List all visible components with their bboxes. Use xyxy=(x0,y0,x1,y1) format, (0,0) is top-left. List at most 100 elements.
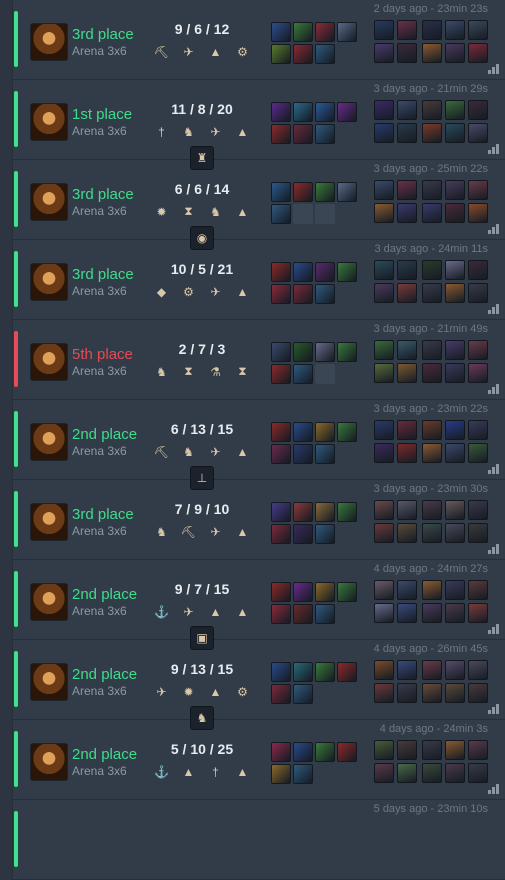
item-icon[interactable] xyxy=(271,102,291,122)
item-icon[interactable] xyxy=(315,582,335,602)
item-icon[interactable] xyxy=(271,582,291,602)
expand-details-icon[interactable] xyxy=(488,464,500,474)
player-champion-icon[interactable] xyxy=(374,180,394,200)
shovel-icon[interactable]: ⛏ xyxy=(179,522,198,541)
item-icon[interactable] xyxy=(315,284,335,304)
item-icon[interactable] xyxy=(315,182,335,202)
player-champion-icon[interactable] xyxy=(374,740,394,760)
player-champion-icon[interactable] xyxy=(468,443,488,463)
item-icon[interactable] xyxy=(315,124,335,144)
player-champion-icon[interactable] xyxy=(468,363,488,383)
item-icon[interactable] xyxy=(271,742,291,762)
item-icon[interactable] xyxy=(315,444,335,464)
item-icon[interactable] xyxy=(293,444,313,464)
player-champion-icon[interactable] xyxy=(397,443,417,463)
player-champion-icon[interactable] xyxy=(445,180,465,200)
item-icon[interactable] xyxy=(271,262,291,282)
item-icon[interactable] xyxy=(293,262,313,282)
expand-details-icon[interactable] xyxy=(488,384,500,394)
player-champion-icon[interactable] xyxy=(422,260,442,280)
player-champion-icon[interactable] xyxy=(422,683,442,703)
player-champion-icon[interactable] xyxy=(468,603,488,623)
sun-icon[interactable]: ✹ xyxy=(152,202,171,221)
player-champion-icon[interactable] xyxy=(374,43,394,63)
item-icon[interactable] xyxy=(315,742,335,762)
item-icon[interactable] xyxy=(315,524,335,544)
player-champion-icon[interactable] xyxy=(374,203,394,223)
player-champion-icon[interactable] xyxy=(468,523,488,543)
item-icon[interactable] xyxy=(337,662,357,682)
player-champion-icon[interactable] xyxy=(397,180,417,200)
match-row[interactable]: 5 days ago - 23min 10s xyxy=(13,800,505,880)
player-champion-icon[interactable] xyxy=(422,500,442,520)
item-icon[interactable] xyxy=(315,262,335,282)
player-champion-icon[interactable] xyxy=(468,100,488,120)
expand-details-icon[interactable] xyxy=(488,544,500,554)
item-icon[interactable] xyxy=(293,342,313,362)
player-champion-icon[interactable] xyxy=(397,603,417,623)
item-icon[interactable] xyxy=(315,604,335,624)
player-champion-icon[interactable] xyxy=(374,443,394,463)
item-icon[interactable] xyxy=(271,502,291,522)
player-champion-icon[interactable] xyxy=(422,420,442,440)
shovel-icon[interactable]: ⛏ xyxy=(152,442,171,461)
player-champion-icon[interactable] xyxy=(422,100,442,120)
boot-icon[interactable]: ♞ xyxy=(179,442,198,461)
stack-icon[interactable]: ▲ xyxy=(233,282,252,301)
expand-details-icon[interactable] xyxy=(488,624,500,634)
player-champion-icon[interactable] xyxy=(468,340,488,360)
stack-icon[interactable]: ▲ xyxy=(233,602,252,621)
player-champion-icon[interactable] xyxy=(374,500,394,520)
item-icon[interactable] xyxy=(315,342,335,362)
player-champion-icon[interactable] xyxy=(397,500,417,520)
item-icon[interactable] xyxy=(293,422,313,442)
player-champion-icon[interactable] xyxy=(468,260,488,280)
match-row[interactable]: 3rd place Arena 3x6 9 / 6 / 12 ⛏ ✈ ▲ ⚙ 2 days a… xyxy=(13,0,505,80)
player-champion-icon[interactable] xyxy=(397,363,417,383)
wing-icon[interactable]: ✈ xyxy=(152,682,171,701)
wing-icon[interactable]: ✈ xyxy=(206,282,225,301)
player-champion-icon[interactable] xyxy=(468,500,488,520)
item-icon[interactable] xyxy=(271,422,291,442)
player-champion-icon[interactable] xyxy=(468,763,488,783)
match-row[interactable]: 3rd place Arena 3x6 10 / 5 / 21 ◆ ⚙ ✈ ▲ 3 days … xyxy=(13,240,505,320)
shovel-icon[interactable]: ⛏ xyxy=(152,42,171,61)
player-champion-icon[interactable] xyxy=(397,260,417,280)
stack-icon[interactable]: ▲ xyxy=(206,42,225,61)
player-champion-icon[interactable] xyxy=(422,580,442,600)
item-icon[interactable] xyxy=(315,422,335,442)
player-champion-icon[interactable] xyxy=(374,420,394,440)
player-champion-icon[interactable] xyxy=(374,580,394,600)
player-champion-icon[interactable] xyxy=(468,420,488,440)
diamond-icon[interactable]: ◆ xyxy=(152,282,171,301)
item-icon[interactable] xyxy=(293,364,313,384)
player-champion-icon[interactable] xyxy=(422,180,442,200)
player-champion-icon[interactable] xyxy=(374,603,394,623)
player-champion-icon[interactable] xyxy=(422,740,442,760)
player-champion-icon[interactable] xyxy=(468,283,488,303)
item-icon[interactable] xyxy=(315,44,335,64)
player-champion-icon[interactable] xyxy=(397,763,417,783)
player-champion-icon[interactable] xyxy=(445,260,465,280)
match-row[interactable]: 5th place Arena 3x6 2 / 7 / 3 ♞ ⧗ ⚗ ⧗ 3 days ag… xyxy=(13,320,505,400)
player-champion-icon[interactable] xyxy=(445,100,465,120)
player-champion-icon[interactable] xyxy=(422,763,442,783)
player-champion-icon[interactable] xyxy=(374,20,394,40)
item-icon[interactable] xyxy=(315,22,335,42)
player-champion-icon[interactable] xyxy=(445,203,465,223)
match-row[interactable]: 2nd place Arena 3x6 5 / 10 / 25 ⚓ ▲ † ▲ 4 days … xyxy=(13,720,505,800)
item-icon[interactable] xyxy=(271,22,291,42)
wing-icon[interactable]: ✈ xyxy=(206,442,225,461)
champion-avatar[interactable] xyxy=(30,663,68,701)
player-champion-icon[interactable] xyxy=(397,123,417,143)
player-champion-icon[interactable] xyxy=(468,660,488,680)
player-champion-icon[interactable] xyxy=(397,420,417,440)
champion-avatar[interactable] xyxy=(30,503,68,541)
item-icon[interactable] xyxy=(293,102,313,122)
item-icon[interactable] xyxy=(293,182,313,202)
item-icon[interactable] xyxy=(271,182,291,202)
expand-details-icon[interactable] xyxy=(488,704,500,714)
player-champion-icon[interactable] xyxy=(445,740,465,760)
player-champion-icon[interactable] xyxy=(397,523,417,543)
stack-icon[interactable]: ▲ xyxy=(233,442,252,461)
